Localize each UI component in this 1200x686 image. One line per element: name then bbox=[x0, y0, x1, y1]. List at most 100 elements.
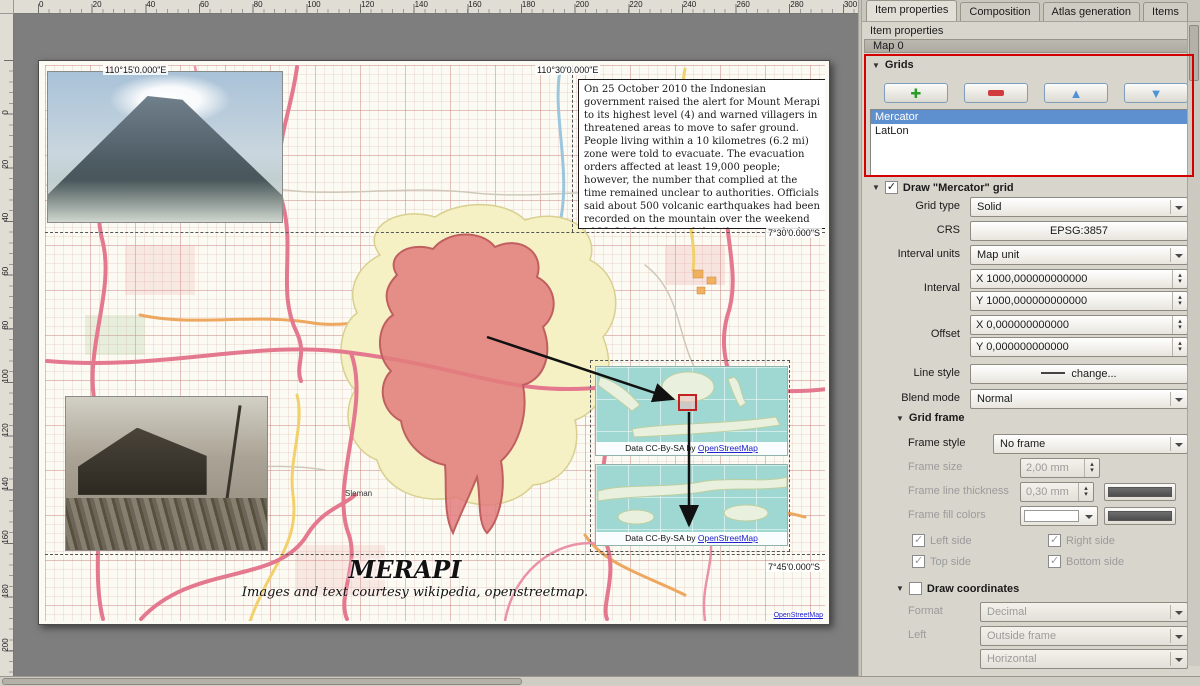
left-side-checkbox[interactable] bbox=[912, 534, 925, 547]
caption-text: Data CC-By-SA by bbox=[625, 443, 698, 453]
color-swatch-dark bbox=[1108, 487, 1172, 497]
tab-item-properties[interactable]: Item properties bbox=[866, 0, 957, 21]
orientation-select[interactable]: Horizontal bbox=[980, 649, 1188, 669]
interval-units-value: Map unit bbox=[977, 249, 1019, 261]
spinner-arrows-icon[interactable]: ▴▾ bbox=[1172, 316, 1187, 334]
move-grid-up-button[interactable]: ▲ bbox=[1044, 83, 1108, 103]
blend-mode-value: Normal bbox=[977, 393, 1012, 405]
openstreetmap-link[interactable]: OpenStreetMap bbox=[698, 533, 758, 543]
destroyed-house-photo[interactable] bbox=[65, 396, 268, 551]
frame-fill-color2-button[interactable] bbox=[1104, 507, 1176, 525]
spinner-arrows-icon: ▴▾ bbox=[1084, 459, 1099, 477]
frame-color-button[interactable] bbox=[1104, 483, 1176, 501]
collapse-triangle-icon[interactable]: ▼ bbox=[872, 61, 880, 70]
java-inset-map[interactable]: Data CC-By-SA by OpenStreetMap bbox=[595, 464, 788, 546]
frame-thickness-label: Frame line thickness bbox=[908, 485, 1009, 497]
list-item-mercator[interactable]: Mercator bbox=[871, 110, 1187, 124]
right-side-label: Right side bbox=[1066, 535, 1115, 547]
article-text-item[interactable]: On 25 October 2010 the Indonesian govern… bbox=[578, 79, 825, 229]
collapse-triangle-icon[interactable]: ▼ bbox=[896, 584, 904, 593]
draw-coordinates-checkbox[interactable] bbox=[909, 582, 922, 595]
offset-y-spinbox[interactable]: Y 0,000000000000▴▾ bbox=[970, 337, 1188, 357]
line-style-button[interactable]: change... bbox=[970, 364, 1188, 384]
remove-grid-button[interactable] bbox=[964, 83, 1028, 103]
item-group-header: Map 0 bbox=[864, 39, 1188, 53]
volcano-photo[interactable] bbox=[47, 71, 283, 223]
blend-mode-select[interactable]: Normal bbox=[970, 389, 1188, 409]
cloud-band bbox=[48, 180, 282, 222]
composer-page[interactable]: On 25 October 2010 the Indonesian govern… bbox=[38, 60, 830, 625]
frame-style-value: No frame bbox=[1000, 438, 1045, 450]
panel-title: Item properties bbox=[870, 25, 943, 37]
frame-fill-label: Frame fill colors bbox=[908, 509, 986, 521]
interval-x-spinbox[interactable]: X 1000,000000000000 ▴▾ bbox=[970, 269, 1188, 289]
map-subtitle[interactable]: Images and text courtesy wikipedia, open… bbox=[205, 585, 625, 600]
frame-fill-color1-select[interactable] bbox=[1020, 506, 1098, 526]
osm-credit-link[interactable]: OpenStreetMap bbox=[774, 612, 823, 619]
draw-grid-checkbox[interactable] bbox=[885, 181, 898, 194]
guide-line bbox=[45, 232, 825, 233]
line-style-label: Line style bbox=[872, 367, 960, 379]
inset-caption: Data CC-By-SA by OpenStreetMap bbox=[596, 532, 787, 545]
crs-value: EPSG:3857 bbox=[1050, 225, 1108, 237]
map-item[interactable]: On 25 October 2010 the Indonesian govern… bbox=[45, 65, 825, 621]
bottom-side-checkbox[interactable] bbox=[1048, 555, 1061, 568]
place-label: Sleman bbox=[345, 489, 372, 498]
grid-coordinate-label: 110°30'0.000"E bbox=[535, 65, 600, 75]
map-title[interactable]: MERAPI bbox=[295, 555, 515, 584]
openstreetmap-link[interactable]: OpenStreetMap bbox=[698, 443, 758, 453]
grid-coordinate-label: 7°45'0.000"S bbox=[766, 562, 822, 572]
blend-mode-label: Blend mode bbox=[872, 392, 960, 404]
color-swatch-white bbox=[1024, 510, 1079, 522]
collapse-triangle-icon[interactable]: ▼ bbox=[896, 414, 904, 423]
format-value: Decimal bbox=[987, 606, 1027, 618]
left-position-select[interactable]: Outside frame bbox=[980, 626, 1188, 646]
grid-type-value: Solid bbox=[977, 201, 1001, 213]
frame-thickness-value: 0,30 mm bbox=[1026, 486, 1069, 498]
horizontal-scrollbar[interactable] bbox=[0, 676, 1200, 686]
offset-x-spinbox[interactable]: X 0,000000000000▴▾ bbox=[970, 315, 1188, 335]
right-side-checkbox[interactable] bbox=[1048, 534, 1061, 547]
horizontal-ruler-numbers: 0204060801001201401601802002202402602803… bbox=[39, 0, 858, 10]
crs-label: CRS bbox=[872, 224, 960, 236]
draw-grid-section-header: ▼ Draw "Mercator" grid bbox=[872, 181, 1014, 194]
grid-type-select[interactable]: Solid bbox=[970, 197, 1188, 217]
add-grid-button[interactable]: ✚ bbox=[884, 83, 948, 103]
tab-composition[interactable]: Composition bbox=[960, 2, 1039, 21]
frame-size-spinbox[interactable]: 2,00 mm ▴▾ bbox=[1020, 458, 1100, 478]
spinner-arrows-icon[interactable]: ▴▾ bbox=[1172, 292, 1187, 310]
move-grid-down-button[interactable]: ▼ bbox=[1124, 83, 1188, 103]
color-swatch-dark bbox=[1108, 511, 1172, 521]
scrollbar-thumb[interactable] bbox=[1189, 25, 1199, 81]
frame-style-select[interactable]: No frame bbox=[993, 434, 1188, 454]
scrollbar-thumb[interactable] bbox=[2, 678, 522, 685]
spinner-arrows-icon[interactable]: ▴▾ bbox=[1172, 270, 1187, 288]
spinner-arrows-icon[interactable]: ▴▾ bbox=[1172, 338, 1187, 356]
tab-items[interactable]: Items bbox=[1143, 2, 1188, 21]
item-properties-panel: Item properties Composition Atlas genera… bbox=[862, 0, 1200, 676]
collapse-triangle-icon[interactable]: ▼ bbox=[872, 183, 880, 192]
guide-line bbox=[572, 65, 573, 232]
interval-x-value: X 1000,000000000000 bbox=[976, 273, 1087, 285]
crs-button[interactable]: EPSG:3857 bbox=[970, 221, 1188, 241]
up-arrow-icon: ▲ bbox=[1070, 87, 1083, 100]
frame-size-value: 2,00 mm bbox=[1026, 462, 1069, 474]
tab-atlas-generation[interactable]: Atlas generation bbox=[1043, 2, 1141, 21]
overview-inset-map[interactable]: Data CC-By-SA by OpenStreetMap bbox=[595, 366, 788, 456]
format-select[interactable]: Decimal bbox=[980, 602, 1188, 622]
frame-thickness-spinbox[interactable]: 0,30 mm▴▾ bbox=[1020, 482, 1094, 502]
grids-section-header[interactable]: ▼ Grids bbox=[872, 59, 914, 71]
list-item-latlon[interactable]: LatLon bbox=[871, 124, 1187, 138]
left-position-value: Outside frame bbox=[987, 630, 1056, 642]
grid-frame-section-header[interactable]: ▼ Grid frame bbox=[896, 412, 965, 424]
interval-y-value: Y 1000,000000000000 bbox=[976, 295, 1087, 307]
vertical-ruler: 020406080100120140160180200 bbox=[0, 14, 14, 676]
draw-coordinates-label: Draw coordinates bbox=[927, 583, 1019, 595]
interval-units-select[interactable]: Map unit bbox=[970, 245, 1188, 265]
composer-canvas[interactable]: 0204060801001201401601802002202402602803… bbox=[0, 0, 858, 676]
line-sample-icon bbox=[1041, 372, 1065, 374]
interval-y-spinbox[interactable]: Y 1000,000000000000 ▴▾ bbox=[970, 291, 1188, 311]
panel-vertical-scrollbar[interactable] bbox=[1187, 22, 1200, 666]
top-side-checkbox[interactable] bbox=[912, 555, 925, 568]
frame-style-label: Frame style bbox=[908, 437, 965, 449]
